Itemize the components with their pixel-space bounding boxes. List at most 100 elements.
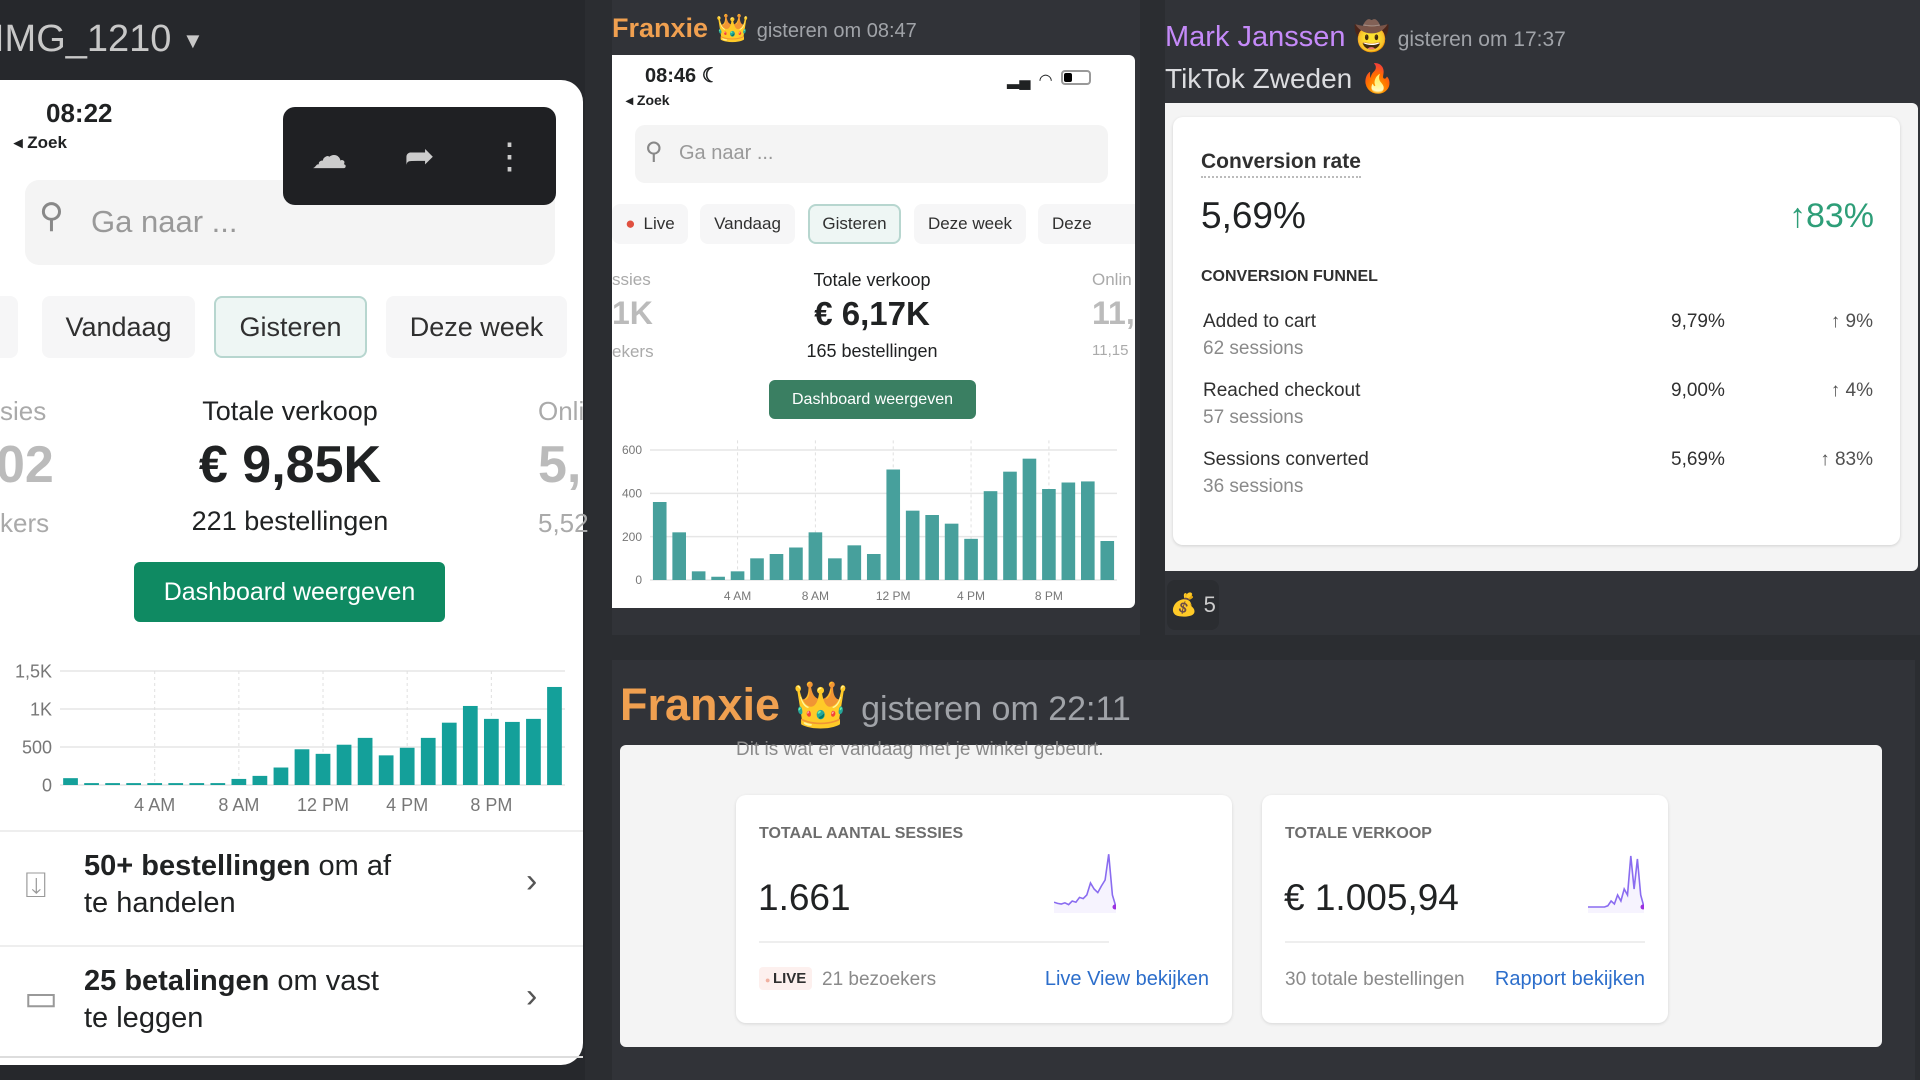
tab-partial[interactable] [0, 296, 18, 358]
bar [252, 775, 268, 785]
back-link[interactable]: ◂ Zoek [626, 92, 670, 109]
report-link[interactable]: Rapport bekijken [1495, 968, 1645, 991]
tab-vandaag[interactable]: Vandaag [700, 204, 795, 244]
task-bold: 25 betalingen [84, 965, 270, 997]
back-link[interactable]: ◂ Zoek [14, 133, 67, 153]
stat-sessions-label: sies [0, 396, 47, 426]
tab-gisteren[interactable]: Gisteren [808, 204, 901, 244]
tab-deze-week[interactable]: Deze week [386, 296, 567, 358]
bar [964, 538, 978, 580]
bar [944, 523, 959, 580]
tab-deze-week[interactable]: Deze week [914, 204, 1026, 244]
stat-sales-orders: 221 bestellingen [191, 506, 389, 536]
dashboard-button[interactable]: Dashboard weergeven [769, 380, 976, 419]
search-input[interactable]: ⚲ Ga naar ... [635, 125, 1108, 183]
stat-online-label: Onli [538, 396, 585, 426]
funnel-row: Sessions converted 36 sessions 5,69% ↑ 8… [1203, 449, 1873, 509]
stat-sessions-value: 1K [612, 295, 653, 331]
tab-deze-maand[interactable]: Deze [1038, 204, 1135, 244]
stat-sales-label: Totale verkoop [813, 270, 931, 290]
sessions-label: TOTAAL AANTAL SESSIES [759, 825, 964, 842]
card-title[interactable]: Conversion rate [1201, 150, 1361, 178]
bar [294, 749, 310, 785]
tab-label: Live [643, 214, 675, 233]
bar [1003, 471, 1017, 580]
fire-emoji: 🔥 [1360, 63, 1395, 94]
sales-sparkline [1588, 855, 1644, 913]
stat-sales-label: Totale verkoop [202, 396, 378, 426]
image-title[interactable]: IMG_1210 ▼ [0, 18, 204, 61]
tab-live[interactable]: ● Live [612, 204, 688, 244]
message-franxie-0847: Franxie 👑 gisteren om 08:47 08:46 ☾ ◂ Zo… [612, 0, 1140, 635]
wifi-icon: ◠ [1038, 72, 1053, 89]
task-rest: om af [310, 850, 392, 882]
subtitle: Dit is wat er vandaag met je winkel gebe… [736, 739, 1104, 760]
y-tick-label: 0 [635, 573, 642, 587]
divider [759, 941, 1109, 943]
inbox-download-icon: ⍗ [25, 864, 47, 905]
search-icon: ⚲ [39, 197, 64, 235]
more-vertical-icon[interactable]: ⋮ [492, 135, 528, 177]
funnel-rate: 9,00% [1671, 380, 1725, 401]
bar [147, 783, 163, 785]
image-title-text: IMG_1210 [0, 18, 172, 60]
bar [547, 686, 562, 785]
sales-chart-left: 0 500 1K 1,5K 4 AM 8 AM 12 PM 4 PM 8 PM [15, 661, 565, 815]
bar [168, 783, 184, 785]
share-icon[interactable]: ➦ [404, 135, 434, 177]
bar [1100, 541, 1115, 580]
author-name[interactable]: Franxie [612, 13, 708, 43]
author-name[interactable]: Franxie [620, 679, 780, 730]
task-item-orders[interactable]: ⍗ 50+ bestellingen om af te handelen › [0, 830, 583, 943]
live-dot-icon: ● [625, 214, 636, 233]
card-value: 5,69% [1201, 195, 1306, 236]
y-tick-label: 1K [30, 699, 52, 719]
dashboard-button[interactable]: Dashboard weergeven [134, 562, 445, 622]
message-header: Franxie 👑 gisteren om 22:11 [620, 678, 1131, 731]
x-tick-label: 12 PM [876, 589, 911, 603]
funnel-sessions: 57 sessions [1203, 407, 1304, 428]
live-badge: ● LIVE [759, 967, 813, 990]
bar [505, 721, 520, 785]
x-tick-label: 8 AM [218, 795, 259, 815]
bar [1022, 458, 1037, 580]
stat-online-label: Onlin [1092, 270, 1132, 289]
bar [420, 737, 436, 785]
status-time: 08:22 [46, 98, 113, 128]
media-toolbar: ☁ ➦ ⋮ [283, 107, 556, 205]
orders-count: 30 totale bestellingen [1285, 969, 1465, 990]
y-tick-label: 200 [622, 530, 642, 544]
bar [441, 722, 457, 785]
author-name[interactable]: Mark Janssen [1165, 21, 1346, 53]
reaction-money-bag[interactable]: 💰 5 [1167, 580, 1219, 630]
bar [1061, 482, 1076, 580]
bar [691, 571, 706, 580]
tab-vandaag[interactable]: Vandaag [42, 296, 195, 358]
reaction-count: 5 [1203, 592, 1216, 617]
bar [210, 783, 226, 785]
phone-screen: 08:22 ◂ Zoek ⚲ Ga naar ... ☁ ➦ ⋮ Vandaag… [0, 80, 589, 1065]
bar [105, 783, 120, 785]
bar [315, 753, 331, 785]
task-item-payments[interactable]: ▭ 25 betalingen om vast te leggen › [0, 945, 583, 1058]
battery-icon [1060, 70, 1091, 85]
message-header: Mark Janssen 🤠 gisteren om 17:37 [1165, 20, 1566, 54]
live-view-link[interactable]: Live View bekijken [1045, 968, 1209, 991]
live-badge-text: LIVE [772, 970, 807, 987]
tab-gisteren[interactable]: Gisteren [214, 296, 367, 358]
back-label: Zoek [636, 92, 670, 108]
screenshot-area: Conversion rate 5,69% ↑83% CONVERSION FU… [1165, 103, 1918, 571]
stat-sessions-sub: ekers [612, 342, 654, 361]
bar [273, 767, 289, 785]
bar [84, 783, 99, 785]
task-line2: te leggen [84, 1002, 204, 1034]
stat-online-sub: 11,15 [1092, 342, 1129, 359]
chevron-right-icon: › [526, 862, 538, 900]
bar [63, 778, 78, 785]
task-bold: 50+ bestellingen [84, 850, 311, 882]
message-header: Franxie 👑 gisteren om 08:47 [612, 12, 917, 44]
task-rest: om vast [269, 965, 379, 997]
search-icon: ⚲ [645, 138, 663, 165]
cloud-download-icon[interactable]: ☁ [311, 135, 347, 177]
stat-online-value: 5, [538, 436, 582, 494]
